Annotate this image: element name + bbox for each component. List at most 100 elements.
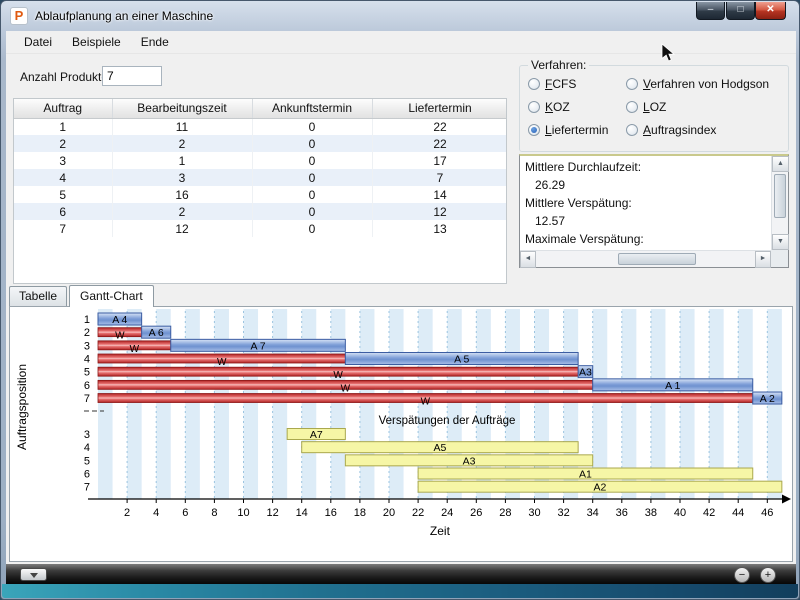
radio-auftragsindex[interactable]: Auftragsindex [626, 123, 780, 137]
minimize-button[interactable]: – [696, 2, 725, 20]
wait-label: W [130, 344, 140, 355]
wait-label: W [341, 383, 351, 394]
table-row[interactable]: 516014 [14, 186, 507, 203]
y-axis-tick-label: 6 [84, 469, 90, 481]
radio-verfahren-von-hodgson[interactable]: Verfahren von Hodgson [626, 77, 780, 91]
table-cell: 12 [112, 220, 252, 237]
table-cell: 7 [14, 220, 112, 237]
results-line: 26.29 [525, 176, 770, 194]
scroll-left-icon[interactable]: ◄ [520, 251, 536, 268]
column-header[interactable]: Auftrag [14, 99, 112, 118]
table-row[interactable]: 4307 [14, 169, 507, 186]
maximize-button[interactable]: □ [726, 2, 755, 20]
column-header[interactable]: Liefertermin [372, 99, 507, 118]
bottom-toolbar: − + [6, 564, 796, 586]
results-line: Maximale Verspätung: [525, 230, 770, 248]
results-line: 25.00 [525, 248, 770, 249]
menu-item-ende[interactable]: Ende [131, 31, 179, 53]
zoom-in-icon[interactable]: + [760, 567, 776, 583]
vertical-scrollbar[interactable]: ▲ ▼ [771, 156, 788, 250]
y-axis-tick-label: 1 [84, 314, 90, 326]
radio-circle-icon [626, 124, 638, 136]
table-cell: 0 [252, 169, 372, 186]
results-line: Mittlere Durchlaufzeit: [525, 158, 770, 176]
products-table[interactable]: AuftragBearbeitungszeitAnkunftsterminLie… [13, 98, 507, 284]
close-button[interactable]: ✕ [755, 2, 786, 20]
x-axis-tick-label: 40 [674, 507, 686, 519]
menu-item-datei[interactable]: Datei [14, 31, 62, 53]
radio-loz[interactable]: LOZ [626, 100, 780, 114]
table-cell: 3 [14, 152, 112, 169]
x-axis-tick-label: 6 [182, 507, 188, 519]
radio-circle-icon [528, 78, 540, 90]
x-axis-tick-label: 20 [383, 507, 395, 519]
zoom-out-icon[interactable]: − [734, 567, 750, 583]
job-bar-label: A 7 [250, 340, 265, 352]
x-axis-tick-label: 8 [211, 507, 217, 519]
anzahl-produkte-input[interactable] [102, 66, 162, 86]
y-axis-tick-label: 5 [84, 455, 90, 467]
horizontal-scroll-thumb[interactable] [618, 253, 696, 265]
tab-gantt-chart[interactable]: Gantt-Chart [69, 285, 154, 307]
y-axis-tick-label: 6 [84, 380, 90, 392]
table-cell: 22 [372, 135, 507, 152]
titlebar[interactable]: P Ablaufplanung an einer Maschine – □ ✕ [1, 1, 799, 31]
table-row[interactable]: 31017 [14, 152, 507, 169]
column-header[interactable]: Ankunftstermin [252, 99, 372, 118]
y-axis-tick-label: 3 [84, 340, 90, 352]
table-cell: 1 [14, 118, 112, 135]
x-axis-tick-label: 30 [528, 507, 540, 519]
job-bar-label: A3 [579, 367, 592, 379]
x-axis-arrow-icon [782, 495, 791, 504]
vertical-scroll-thumb[interactable] [774, 174, 786, 218]
table-row[interactable]: 62012 [14, 203, 507, 220]
chart-stripe [214, 309, 229, 499]
y-axis-tick-label: 4 [84, 354, 90, 366]
horizontal-scrollbar[interactable]: ◄ ► [520, 250, 771, 267]
table-row[interactable]: 22022 [14, 135, 507, 152]
radio-koz[interactable]: KOZ [528, 100, 626, 114]
y-axis-tick-label: 2 [84, 327, 90, 339]
chart-stripe [127, 309, 142, 499]
app-window: P Ablaufplanung an einer Maschine – □ ✕ … [0, 0, 800, 600]
scroll-up-icon[interactable]: ▲ [772, 156, 789, 172]
column-header[interactable]: Bearbeitungszeit [112, 99, 252, 118]
scroll-right-icon[interactable]: ► [755, 251, 771, 268]
y-axis-tick-label: 7 [84, 393, 90, 405]
zoom-slider[interactable] [20, 568, 47, 581]
radio-fcfs[interactable]: FCFS [528, 77, 626, 91]
radio-liefertermin[interactable]: Liefertermin [528, 123, 626, 137]
x-axis-tick-label: 10 [237, 507, 249, 519]
menubar: DateiBeispieleEnde [6, 31, 796, 54]
table-cell: 4 [14, 169, 112, 186]
tab-tabelle[interactable]: Tabelle [9, 286, 67, 306]
table-cell: 0 [252, 118, 372, 135]
radio-label: Verfahren von Hodgson [643, 77, 769, 91]
app-icon: P [10, 7, 28, 25]
x-axis-tick-label: 34 [587, 507, 599, 519]
client-area: Anzahl Produkte AuftragBearbeitungszeitA… [6, 54, 796, 564]
mouse-cursor [661, 43, 676, 63]
window-title: Ablaufplanung an einer Maschine [35, 9, 213, 23]
lateness-title: Verspätungen der Aufträge [379, 415, 516, 427]
table-cell: 5 [14, 186, 112, 203]
y-axis-title: Auftragsposition [15, 364, 29, 450]
radio-label: LOZ [643, 100, 666, 114]
x-axis-tick-label: 2 [124, 507, 130, 519]
table-cell: 0 [252, 135, 372, 152]
job-bar-label: A 4 [112, 314, 127, 326]
x-axis-tick-label: 38 [645, 507, 657, 519]
table-cell: 11 [112, 118, 252, 135]
menu-item-beispiele[interactable]: Beispiele [62, 31, 131, 53]
table-row[interactable]: 712013 [14, 220, 507, 237]
scroll-down-icon[interactable]: ▼ [772, 234, 789, 250]
radio-circle-icon [626, 101, 638, 113]
late-bar-label: A2 [594, 482, 607, 494]
chart-stripe [273, 309, 288, 499]
table-cell: 0 [252, 203, 372, 220]
x-axis-tick-label: 28 [499, 507, 511, 519]
x-axis-title: Zeit [430, 524, 451, 538]
table-cell: 17 [372, 152, 507, 169]
table-row[interactable]: 111022 [14, 118, 507, 135]
x-axis-tick-label: 24 [441, 507, 453, 519]
